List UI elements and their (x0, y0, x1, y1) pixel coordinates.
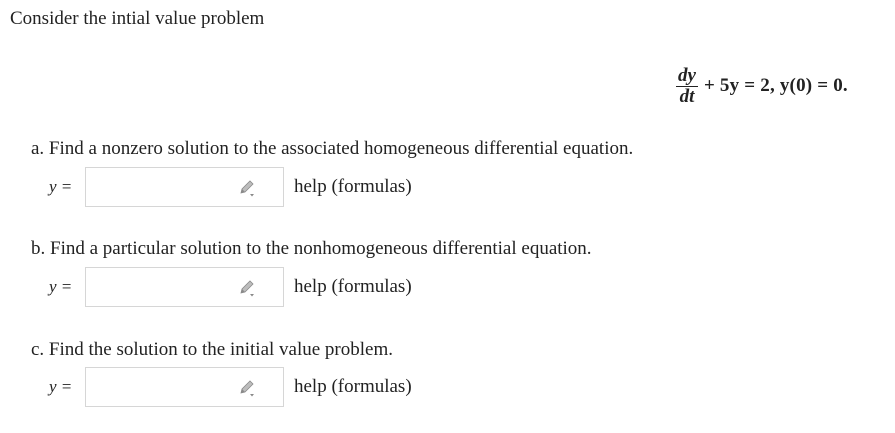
part-a-prompt: a. Find a nonzero solution to the associ… (31, 138, 634, 159)
derivative-fraction: dy dt (676, 64, 698, 107)
part-b-answer-input[interactable] (86, 268, 256, 306)
pencil-icon[interactable] (237, 178, 257, 198)
part-b-answer-box (85, 267, 284, 307)
differential-equation: dy dt + 5y = 2, y(0) = 0. (676, 60, 848, 112)
pencil-icon[interactable] (237, 278, 257, 298)
part-a-answer-box (85, 167, 284, 207)
part-a-answer-input[interactable] (86, 168, 256, 206)
part-c-answer-row: y = help (formulas) (49, 366, 412, 408)
part-b-answer-row: y = help (formulas) (49, 266, 412, 308)
part-b-prompt: b. Find a particular solution to the non… (31, 238, 592, 259)
part-c-prompt: c. Find the solution to the initial valu… (31, 339, 394, 360)
part-c-answer-input[interactable] (86, 368, 256, 406)
part-a-answer-row: y = help (formulas) (49, 166, 412, 208)
part-a-help-link[interactable]: help (formulas) (294, 176, 412, 198)
pencil-icon[interactable] (237, 378, 257, 398)
fraction-numerator: dy (678, 64, 696, 86)
intro-text: Consider the intial value problem (10, 8, 265, 29)
fraction-denominator: dt (679, 85, 695, 107)
part-a-y-label: y = (49, 177, 73, 196)
part-c-answer-box (85, 367, 284, 407)
part-c-y-label: y = (49, 377, 73, 396)
part-b-help-link[interactable]: help (formulas) (294, 276, 412, 298)
part-c-help-link[interactable]: help (formulas) (294, 376, 412, 398)
part-b-y-label: y = (49, 277, 73, 296)
equation-remainder: + 5y = 2, y(0) = 0. (703, 75, 848, 96)
